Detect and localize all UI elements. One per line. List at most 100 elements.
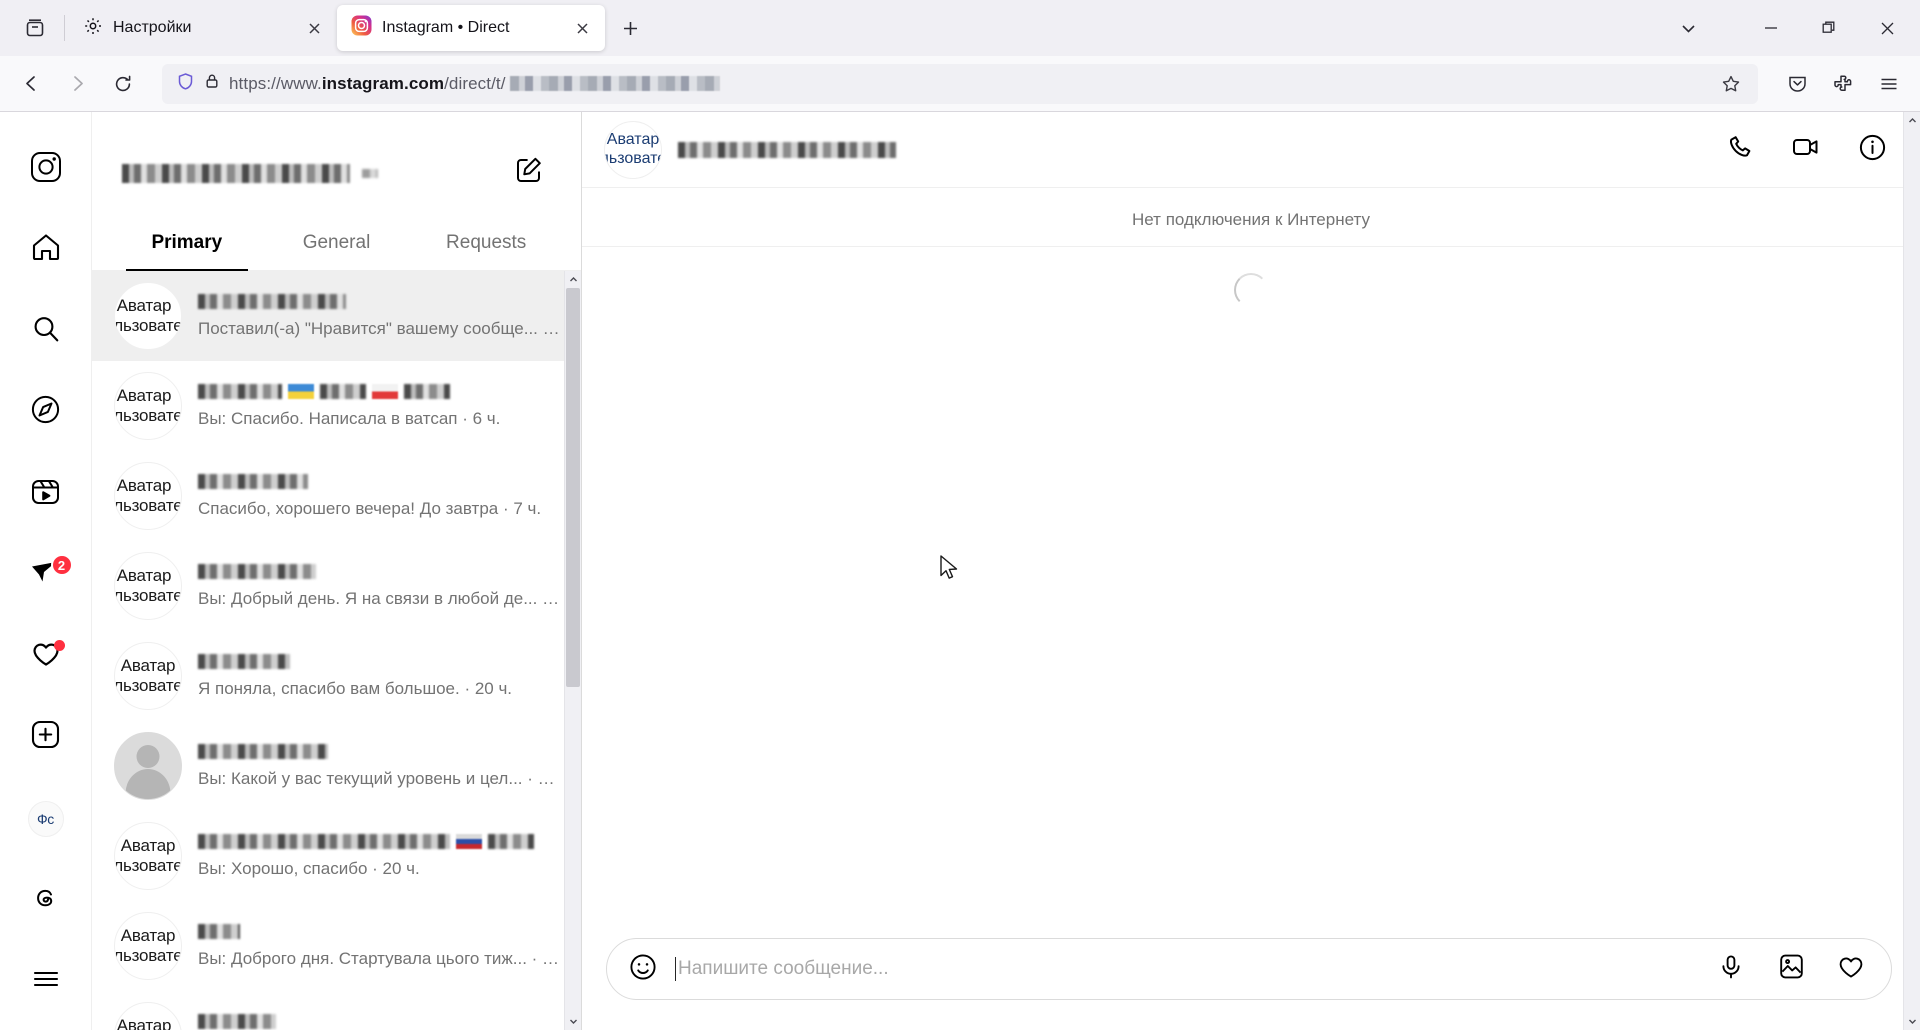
conversation-list-item[interactable]: Аватар пользователя Вы: Добрый день. Я на…	[92, 541, 581, 631]
avatar: Фс	[27, 800, 64, 837]
firefox-view-button[interactable]	[12, 5, 58, 51]
conversation-preview: Я поняла, спасибо вам большое. · 20 ч.	[198, 678, 513, 698]
home-icon	[30, 231, 62, 268]
sidebar-item-home[interactable]	[17, 223, 75, 276]
gear-icon	[83, 16, 103, 41]
conversation-list-item[interactable]: Аватар пользователя Поставил(-а) "Нравитс…	[92, 271, 581, 361]
conversation-list-item[interactable]: Аватар пользователя Вы: Доброго дня · 20 …	[92, 991, 581, 1030]
audio-call-button[interactable]	[1720, 130, 1760, 170]
lock-icon[interactable]	[204, 73, 220, 94]
conversation-list-scrollbar[interactable]	[564, 271, 581, 1030]
account-switcher[interactable]	[122, 150, 378, 183]
reload-button[interactable]	[102, 63, 144, 105]
loading-spinner-wrap	[582, 247, 1920, 307]
conversation-scroll-area[interactable]: Аватар пользователя Поставил(-а) "Нравитс…	[92, 271, 581, 1030]
bookmark-star-icon[interactable]	[1714, 67, 1748, 101]
back-button[interactable]	[10, 63, 52, 105]
maximize-button[interactable]	[1800, 0, 1858, 56]
emoji-button[interactable]	[625, 951, 661, 987]
thread-header: Аватар пользователя	[582, 112, 1920, 188]
scrollbar-track[interactable]	[565, 288, 581, 1013]
tab-instagram-direct[interactable]: Instagram • Direct	[337, 5, 605, 51]
scroll-down-arrow-icon[interactable]	[1904, 1013, 1920, 1030]
thread-avatar[interactable]: Аватар пользователя	[604, 120, 662, 179]
scrollbar-track[interactable]	[1904, 129, 1920, 1013]
video-call-button[interactable]	[1786, 130, 1826, 170]
avatar: Аватар пользователя	[114, 912, 182, 980]
url-bar[interactable]: https://www. instagram.com/direct/t/	[162, 63, 1758, 104]
shield-icon[interactable]	[176, 72, 195, 96]
sidebar-item-messages[interactable]: 2	[17, 548, 75, 601]
tab-general[interactable]: General	[262, 220, 412, 270]
tab-requests[interactable]: Requests	[411, 220, 561, 270]
scroll-down-arrow-icon[interactable]	[565, 1013, 582, 1030]
conversation-list-item[interactable]: Аватар пользователя Вы: Хорошо, спасибо ·…	[92, 811, 581, 901]
conversation-name-redacted	[198, 473, 308, 489]
new-tab-button[interactable]	[611, 9, 649, 47]
tab-title: Настройки	[113, 19, 192, 36]
scroll-up-arrow-icon[interactable]	[565, 271, 582, 288]
sidebar-item-create[interactable]	[17, 711, 75, 764]
instagram-nav-rail: 2 Фс	[0, 112, 92, 1030]
tab-strip: Настройки Instagram • Direct	[0, 0, 1920, 56]
conversation-name-line	[198, 563, 561, 579]
attach-image-button[interactable]	[1773, 951, 1809, 987]
conversation-name-redacted	[198, 293, 346, 309]
minimize-button[interactable]	[1742, 0, 1800, 56]
voice-message-button[interactable]	[1713, 951, 1749, 987]
conversation-list-item[interactable]: Вы: Какой у вас текущий уровень и цел...…	[92, 721, 581, 811]
list-all-tabs-button[interactable]	[1664, 5, 1712, 51]
conversation-name-redacted	[198, 563, 316, 579]
pocket-save-icon[interactable]	[1776, 63, 1818, 105]
conversation-list-item[interactable]: Аватар пользователя Я поняла, спасибо вам…	[92, 631, 581, 721]
avatar: Аватар пользователя	[114, 1002, 182, 1030]
avatar: Аватар пользователя	[114, 462, 182, 530]
extensions-icon[interactable]	[1822, 63, 1864, 105]
sidebar-item-search[interactable]	[17, 305, 75, 358]
page-scrollbar[interactable]	[1903, 112, 1920, 1030]
scrollbar-thumb[interactable]	[566, 288, 580, 687]
image-icon	[1778, 953, 1805, 985]
conversation-name-line	[198, 833, 561, 849]
sidebar-item-explore[interactable]	[17, 386, 75, 439]
conversation-name-line	[198, 653, 561, 669]
chevron-down-icon	[362, 169, 378, 178]
conversation-name-redacted	[198, 1013, 276, 1029]
conversation-list-item[interactable]: Аватар пользователя Спасибо, хорошего веч…	[92, 451, 581, 541]
conversation-info-button[interactable]	[1852, 130, 1892, 170]
close-window-button[interactable]	[1858, 0, 1916, 56]
app-menu-button[interactable]	[1868, 63, 1910, 105]
url-scheme: https://www.	[229, 73, 322, 93]
tab-nastroyki[interactable]: Настройки	[69, 5, 337, 51]
like-button[interactable]	[1833, 951, 1869, 987]
conversation-list-item[interactable]: Аватар пользователя Вы: Спасибо. Написала…	[92, 361, 581, 451]
message-input[interactable]: Напишите сообщение...	[675, 957, 1699, 981]
flag-emoji-ru	[456, 833, 482, 849]
sidebar-item-reels[interactable]	[17, 467, 75, 520]
scroll-up-arrow-icon[interactable]	[1904, 112, 1920, 129]
instagram-logo-icon[interactable]	[17, 140, 75, 193]
url-redacted-segment	[509, 76, 720, 91]
avatar: Аватар пользователя	[114, 282, 182, 350]
emoji-smiley-icon	[628, 952, 658, 987]
close-icon[interactable]	[301, 15, 327, 41]
conversation-name-line	[198, 473, 561, 489]
conversation-item-body: Вы: Добрый день. Я на связи в любой де..…	[198, 563, 561, 609]
conversation-name-line	[198, 743, 561, 759]
flag-emoji-ua	[288, 383, 314, 399]
conversation-item-body: Вы: Доброго дня · 20 ч.	[198, 1013, 561, 1030]
threads-icon	[31, 883, 60, 917]
tab-title: Instagram • Direct	[382, 19, 510, 36]
message-composer[interactable]: Напишите сообщение...	[606, 938, 1892, 1000]
sidebar-item-notifications[interactable]	[17, 630, 75, 683]
tab-primary[interactable]: Primary	[112, 220, 262, 271]
new-message-button[interactable]	[507, 150, 551, 194]
forward-button[interactable]	[56, 63, 98, 105]
conversation-list-item[interactable]: Аватар пользователя Вы: Доброго дня. Стар…	[92, 901, 581, 991]
sidebar-item-threads[interactable]	[17, 873, 75, 926]
composer-actions	[1713, 951, 1869, 987]
sidebar-item-more[interactable]	[17, 955, 75, 1008]
close-icon[interactable]	[569, 15, 595, 41]
sidebar-item-profile[interactable]: Фс	[17, 792, 75, 845]
account-username-redacted	[122, 164, 350, 183]
